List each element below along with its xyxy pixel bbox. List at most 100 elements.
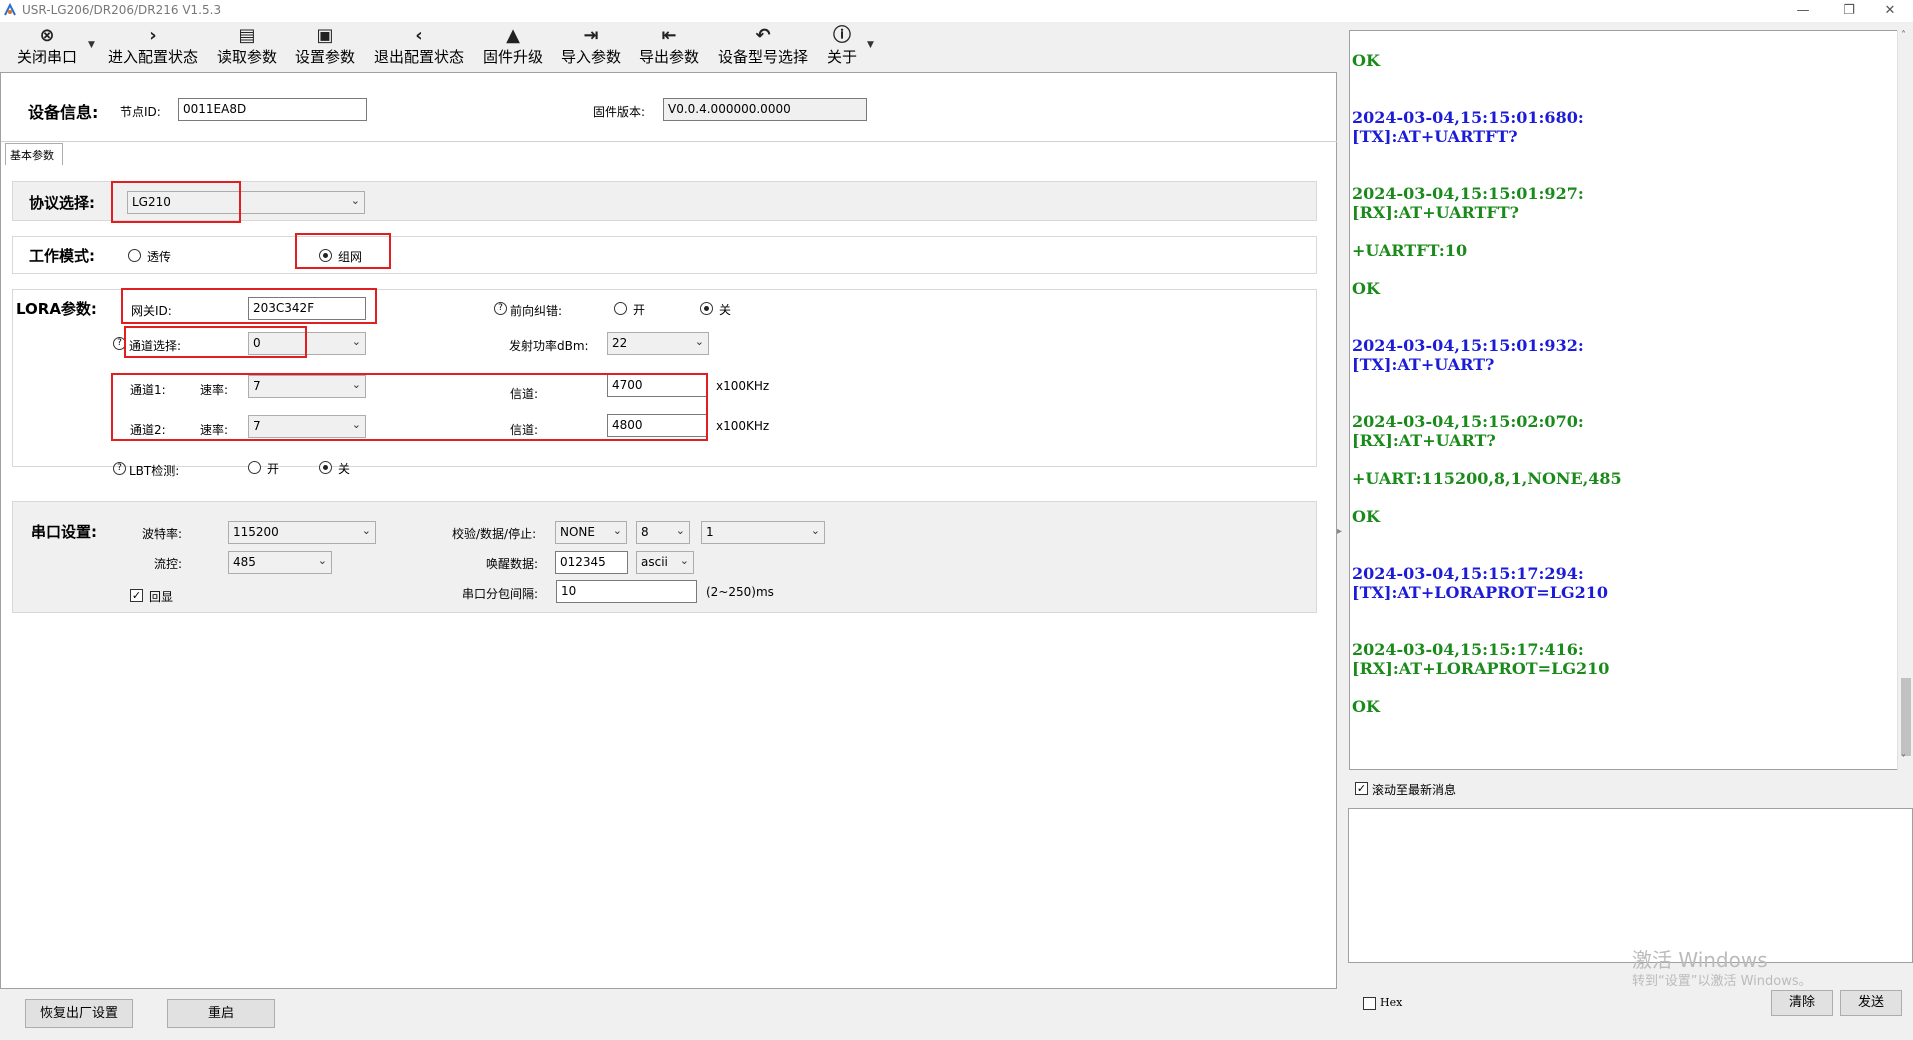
main-panel: 设备信息: 节点ID: 0011EA8D 固件版本: V0.0.4.000000… <box>0 72 1337 989</box>
save-icon: ▣ <box>316 25 334 46</box>
read-params-button[interactable]: ▤ 读取参数 <box>214 22 280 72</box>
export-params-button[interactable]: ⇤ 导出参数 <box>636 22 702 72</box>
tab-strip-line <box>1 141 1337 142</box>
window-title: USR-LG206/DR206/DR216 V1.5.3 <box>22 3 222 17</box>
log-line: [TX]:AT+LORAPROT=LG210 <box>1352 583 1609 602</box>
minimize-button[interactable]: — <box>1780 0 1826 22</box>
close-window-button[interactable]: ✕ <box>1867 0 1913 22</box>
log-line: OK <box>1352 507 1380 526</box>
flow-label: 流控: <box>154 557 183 571</box>
fec-on-label: 开 <box>633 303 646 317</box>
fec-off-radio[interactable] <box>700 302 713 315</box>
send-button[interactable]: 发送 <box>1840 990 1902 1016</box>
set-params-label: 设置参数 <box>294 48 355 66</box>
help-icon[interactable]: ? <box>494 302 507 315</box>
lbt-on-radio[interactable] <box>248 461 261 474</box>
log-line: 2024-03-04,15:15:01:680: <box>1352 108 1584 127</box>
baud-select[interactable]: 115200 ⌄ <box>228 521 376 544</box>
factory-reset-button[interactable]: 恢复出厂设置 <box>25 999 133 1028</box>
chevron-down-icon: ⌄ <box>361 524 371 537</box>
node-id-field[interactable]: 0011EA8D <box>178 98 367 121</box>
tx-power-label: 发射功率dBm: <box>509 339 589 353</box>
title-bar: USR-LG206/DR206/DR216 V1.5.3 — ❐ ✕ <box>0 0 1913 22</box>
wake-format-value: ascii <box>641 555 668 569</box>
restart-button[interactable]: 重启 <box>167 999 275 1028</box>
lbt-label: LBT检测: <box>129 464 180 478</box>
exit-config-button[interactable]: ‹ 退出配置状态 <box>370 22 468 72</box>
chevron-down-icon: ⌄ <box>317 554 327 567</box>
wake-data-label: 唤醒数据: <box>486 557 539 571</box>
interval-label: 串口分包间隔: <box>462 587 539 601</box>
device-model-button[interactable]: ↶ 设备型号选择 <box>714 22 812 72</box>
wake-format-select[interactable]: ascii ⌄ <box>636 551 694 574</box>
lbt-off-radio[interactable] <box>319 461 332 474</box>
log-line: 2024-03-04,15:15:17:416: <box>1352 640 1584 659</box>
firmware-version-label: 固件版本: <box>593 105 646 119</box>
chevron-right-icon: › <box>149 25 157 46</box>
data-bits-select[interactable]: 8 ⌄ <box>636 521 690 544</box>
close-circle-icon: ⊗ <box>39 25 55 46</box>
close-port-button[interactable]: ⊗ 关闭串口 <box>12 22 82 72</box>
send-input[interactable] <box>1348 808 1913 963</box>
scroll-down-icon[interactable]: ˅ <box>1901 754 1906 765</box>
baud-value: 115200 <box>233 525 279 539</box>
log-line: +UARTFT:10 <box>1352 241 1468 260</box>
info-icon: ⓘ <box>833 25 851 46</box>
export-icon: ⇤ <box>661 25 677 46</box>
log-scrollbar[interactable]: ˄ ˅ <box>1897 30 1913 770</box>
tx-power-select[interactable]: 22 ⌄ <box>607 332 709 355</box>
firmware-upgrade-button[interactable]: ▲ 固件升级 <box>480 22 546 72</box>
about-label: 关于 <box>826 48 857 66</box>
fec-on-radio[interactable] <box>614 302 627 315</box>
parity-select[interactable]: NONE ⌄ <box>555 521 627 544</box>
wake-data-field[interactable]: 012345 <box>555 551 628 574</box>
channel2-unit: x100KHz <box>716 419 770 433</box>
hex-checkbox[interactable] <box>1363 997 1376 1010</box>
interval-range: (2~250)ms <box>706 585 774 599</box>
log-line: 2024-03-04,15:15:01:927: <box>1352 184 1584 203</box>
transparent-radio[interactable] <box>128 249 141 262</box>
clear-button[interactable]: 清除 <box>1771 990 1833 1016</box>
autoscroll-checkbox[interactable]: ✓ <box>1355 782 1368 795</box>
channel1-unit: x100KHz <box>716 379 770 393</box>
data-bits-value: 8 <box>641 525 649 539</box>
import-params-button[interactable]: ⇥ 导入参数 <box>558 22 624 72</box>
log-line: OK <box>1352 51 1380 70</box>
tab-basic-params[interactable]: 基本参数 <box>5 143 63 165</box>
chevron-down-icon: ⌄ <box>679 554 689 567</box>
close-port-dropdown-icon[interactable]: ▼ <box>88 40 95 50</box>
stop-bits-select[interactable]: 1 ⌄ <box>701 521 825 544</box>
log-line: 2024-03-04,15:15:01:932: <box>1352 336 1584 355</box>
work-mode-highlight <box>295 233 391 269</box>
stop-bits-value: 1 <box>706 525 714 539</box>
scroll-up-icon[interactable]: ˄ <box>1901 30 1906 41</box>
device-info-label: 设备信息: <box>28 103 99 122</box>
flow-select[interactable]: 485 ⌄ <box>228 551 332 574</box>
set-params-button[interactable]: ▣ 设置参数 <box>292 22 358 72</box>
chevron-down-icon: ⌄ <box>612 524 622 537</box>
baud-label: 波特率: <box>142 527 183 541</box>
scroll-thumb[interactable] <box>1901 678 1911 756</box>
interval-field[interactable]: 10 <box>556 580 697 603</box>
log-line: [RX]:AT+UART? <box>1352 431 1496 450</box>
enter-config-label: 进入配置状态 <box>107 48 198 66</box>
enter-config-button[interactable]: › 进入配置状态 <box>104 22 202 72</box>
log-line: [TX]:AT+UARTFT? <box>1352 127 1518 146</box>
parity-value: NONE <box>560 525 595 539</box>
toolbar: ⊗ 关闭串口 ▼ › 进入配置状态 ▤ 读取参数 ▣ 设置参数 ‹ 退出配置状态… <box>0 22 1340 72</box>
log-line: [RX]:AT+LORAPROT=LG210 <box>1352 659 1610 678</box>
about-button[interactable]: ⓘ 关于 <box>824 22 860 72</box>
about-dropdown-icon[interactable]: ▼ <box>867 40 874 50</box>
protocol-highlight <box>111 181 241 223</box>
log-line: 2024-03-04,15:15:17:294: <box>1352 564 1584 583</box>
help-icon[interactable]: ? <box>113 462 126 475</box>
chevron-down-icon: ⌄ <box>675 524 685 537</box>
fec-off-label: 关 <box>719 303 732 317</box>
splitter-handle-icon[interactable]: ▸ <box>1337 520 1345 544</box>
flow-value: 485 <box>233 555 256 569</box>
echo-checkbox[interactable]: ✓ <box>130 589 143 602</box>
exit-config-label: 退出配置状态 <box>373 48 464 66</box>
protocol-label: 协议选择: <box>29 194 95 212</box>
restore-button[interactable]: ❐ <box>1826 0 1872 22</box>
activate-windows-title: 激活 Windows <box>1632 948 1768 972</box>
